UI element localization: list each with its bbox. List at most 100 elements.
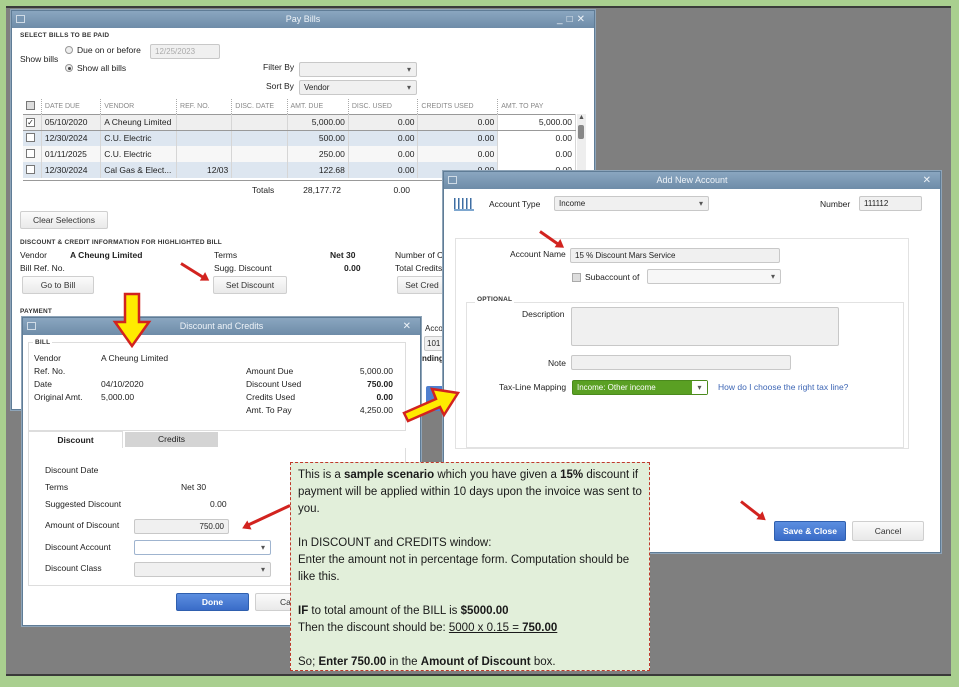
cell-disc-used[interactable]: 0.00 (348, 130, 419, 146)
description-input[interactable] (571, 307, 839, 346)
discount-used-value: 750.00 (367, 379, 393, 389)
amount-of-discount-input[interactable]: 750.00 (134, 519, 229, 534)
bill-checkbox[interactable] (26, 148, 35, 158)
section-optional: OPTIONAL (475, 296, 515, 303)
row-checkbox-cell[interactable] (23, 146, 42, 162)
bill-row[interactable]: 01/11/2025 C.U. Electric 250.00 0.00 0.00 0.0… (23, 146, 576, 162)
filter-by-label: Filter By (263, 62, 295, 72)
account-type-select[interactable]: Income (554, 196, 709, 211)
suggested-discount-value: 0.00 (210, 499, 227, 509)
cell-amt-to-pay[interactable]: 5,000.00 (497, 113, 576, 131)
cell-amt-to-pay[interactable]: 0.00 (497, 146, 576, 162)
go-to-bill-button[interactable]: Go to Bill (22, 276, 94, 294)
close-icon[interactable]: ✕ (403, 318, 415, 335)
cell-credits-used[interactable]: 0.00 (417, 146, 499, 162)
note-input[interactable] (571, 355, 791, 370)
system-menu-icon[interactable] (27, 322, 36, 330)
bill-row[interactable]: 12/30/2024 C.U. Electric 500.00 0.00 0.00 0.0… (23, 130, 576, 146)
col-amt-due[interactable]: AMT. DUE (286, 99, 349, 114)
cell-disc-used[interactable]: 0.00 (348, 113, 419, 131)
clear-selections-button[interactable]: Clear Selections (20, 211, 108, 229)
cell-disc-used[interactable]: 0.00 (348, 162, 419, 178)
row-checkbox-cell[interactable]: ✓ (23, 113, 42, 131)
cancel-button[interactable]: Cancel (852, 521, 924, 541)
bill-checkbox[interactable]: ✓ (26, 118, 35, 127)
system-menu-icon[interactable] (16, 15, 25, 23)
col-credits-used[interactable]: CREDITS USED (417, 99, 498, 114)
minimize-icon[interactable]: _ (557, 14, 567, 25)
vendor-value: A Cheung Limited (101, 353, 169, 363)
show-all-bills-radio[interactable] (65, 64, 73, 72)
row-checkbox-cell[interactable] (23, 162, 42, 178)
done-button[interactable]: Done (176, 593, 249, 611)
window-title: Discount and Credits (179, 321, 264, 331)
due-on-or-before-radio[interactable] (65, 46, 73, 54)
col-ref-no[interactable]: REF. NO. (176, 99, 232, 114)
col-disc-date[interactable]: DISC. DATE (231, 99, 287, 114)
date-label: Date (34, 379, 52, 389)
note-paragraph-4: So; Enter 750.00 in the Amount of Discou… (298, 656, 556, 668)
cell-disc-used[interactable]: 0.00 (348, 146, 419, 162)
tab-credits[interactable]: Credits (125, 432, 218, 447)
subaccount-select[interactable] (647, 269, 781, 284)
tax-line-select[interactable]: Income: Other income ▾ (572, 380, 708, 395)
bills-scrollbar[interactable]: ▲ (577, 114, 586, 178)
cell-date-due: 01/11/2025 (41, 146, 102, 162)
bill-checkbox[interactable] (26, 132, 35, 142)
col-date-due[interactable]: DATE DUE (40, 99, 101, 114)
col-vendor[interactable]: VENDOR (100, 99, 177, 114)
close-icon[interactable]: ✕ (577, 14, 589, 25)
account-name-input[interactable]: 15 % Discount Mars Service (570, 248, 780, 263)
tab-discount[interactable]: Discount (28, 431, 123, 448)
terms-value: Net 30 (181, 482, 207, 492)
filter-by-select[interactable] (299, 62, 417, 77)
discount-account-label: Discount Account (45, 542, 111, 552)
section-payment: PAYMENT (20, 308, 53, 315)
window-title: Add New Account (656, 175, 728, 185)
cell-amt-due: 5,000.00 (287, 113, 349, 131)
col-amt-to-pay[interactable]: AMT. TO PAY (497, 99, 576, 114)
cell-amt-to-pay[interactable]: 0.00 (497, 130, 576, 146)
discount-account-select[interactable] (134, 540, 271, 555)
row-checkbox-cell[interactable] (23, 130, 42, 146)
discount-class-select[interactable] (134, 562, 271, 577)
account-label: Acco (425, 324, 443, 333)
tax-line-mapping-label: Tax-Line Mapping (499, 382, 567, 392)
discount-class-label: Discount Class (45, 563, 102, 573)
set-credits-button[interactable]: Set Cred (397, 276, 447, 294)
sort-by-select[interactable]: Vendor (299, 80, 417, 95)
scroll-up-icon[interactable]: ▲ (578, 114, 585, 121)
section-bill: BILL (33, 339, 53, 346)
system-menu-icon[interactable] (448, 176, 457, 184)
select-all-checkbox[interactable] (26, 100, 35, 110)
terms-label: Terms (45, 482, 69, 492)
note-label: Note (548, 358, 566, 368)
total-disc-used: 0.00 (393, 185, 410, 195)
bill-ref-no-label: Bill Ref. No. (20, 263, 65, 273)
ending-balance-label: nding (422, 354, 444, 363)
cell-date-due: 12/30/2024 (41, 162, 102, 178)
add-account-titlebar: Add New Account ✕ (444, 172, 940, 189)
number-input[interactable]: 111112 (859, 196, 922, 211)
set-discount-button[interactable]: Set Discount (213, 276, 287, 294)
tax-line-help-link[interactable]: How do I choose the right tax line? (718, 382, 848, 392)
due-date-field[interactable]: 12/25/2023 (150, 44, 220, 59)
maximize-icon[interactable]: □ (567, 14, 577, 25)
cell-credits-used[interactable]: 0.00 (417, 130, 499, 146)
save-close-button[interactable]: Save & Close (774, 521, 846, 541)
bill-checkbox[interactable] (26, 164, 35, 174)
account-field[interactable]: 101 (424, 336, 444, 351)
sugg-discount-label: Sugg. Discount (214, 263, 272, 273)
subaccount-checkbox[interactable] (572, 273, 581, 282)
scrollbar-thumb[interactable] (578, 125, 584, 139)
cell-credits-used[interactable]: 0.00 (417, 113, 499, 131)
vendor-value: A Cheung Limited (70, 250, 143, 260)
close-icon[interactable]: ✕ (923, 172, 935, 189)
amt-to-pay-label: Amt. To Pay (246, 405, 292, 415)
col-disc-used[interactable]: DISC. USED (347, 99, 418, 114)
cell-date-due: 05/10/2020 (41, 113, 102, 131)
bill-row[interactable]: ✓ 05/10/2020 A Cheung Limited 5,000.00 0.00 0… (23, 113, 576, 131)
cell-amt-due: 250.00 (287, 146, 349, 162)
account-name-label: Account Name (510, 249, 566, 259)
chevron-down-icon[interactable]: ▾ (692, 381, 707, 394)
